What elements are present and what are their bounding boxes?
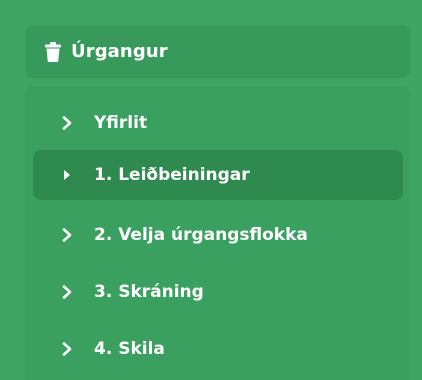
chevron-right-icon	[60, 115, 74, 131]
menu-item-label: Yfirlit	[94, 113, 148, 133]
menu-item-label: 1. Leiðbeiningar	[94, 165, 250, 185]
menu-item-velja-urgangsflokka[interactable]: 2. Velja úrgangsflokka	[33, 210, 403, 260]
menu-item-skraning[interactable]: 3. Skráning	[33, 267, 403, 317]
triangle-right-icon	[60, 167, 74, 183]
menu-item-yfirlit[interactable]: Yfirlit	[33, 98, 403, 148]
menu-item-label: 4. Skila	[94, 339, 165, 359]
chevron-right-icon	[60, 341, 74, 357]
menu-item-label: 3. Skráning	[94, 282, 204, 302]
menu-item-leidbeiningar[interactable]: 1. Leiðbeiningar	[33, 150, 403, 200]
submenu: Yfirlit 1. Leiðbeiningar 2. Velja úrgang…	[25, 86, 411, 380]
sidebar-nav: Úrgangur Yfirlit 1. Leiðbeiningar 2. Vel…	[0, 0, 422, 380]
menu-item-label: 2. Velja úrgangsflokka	[94, 225, 308, 245]
section-header-urgangur[interactable]: Úrgangur	[25, 25, 411, 78]
chevron-right-icon	[60, 227, 74, 243]
chevron-right-icon	[60, 284, 74, 300]
trash-icon	[45, 41, 61, 62]
section-title: Úrgangur	[71, 41, 168, 62]
menu-item-skila[interactable]: 4. Skila	[33, 324, 403, 374]
